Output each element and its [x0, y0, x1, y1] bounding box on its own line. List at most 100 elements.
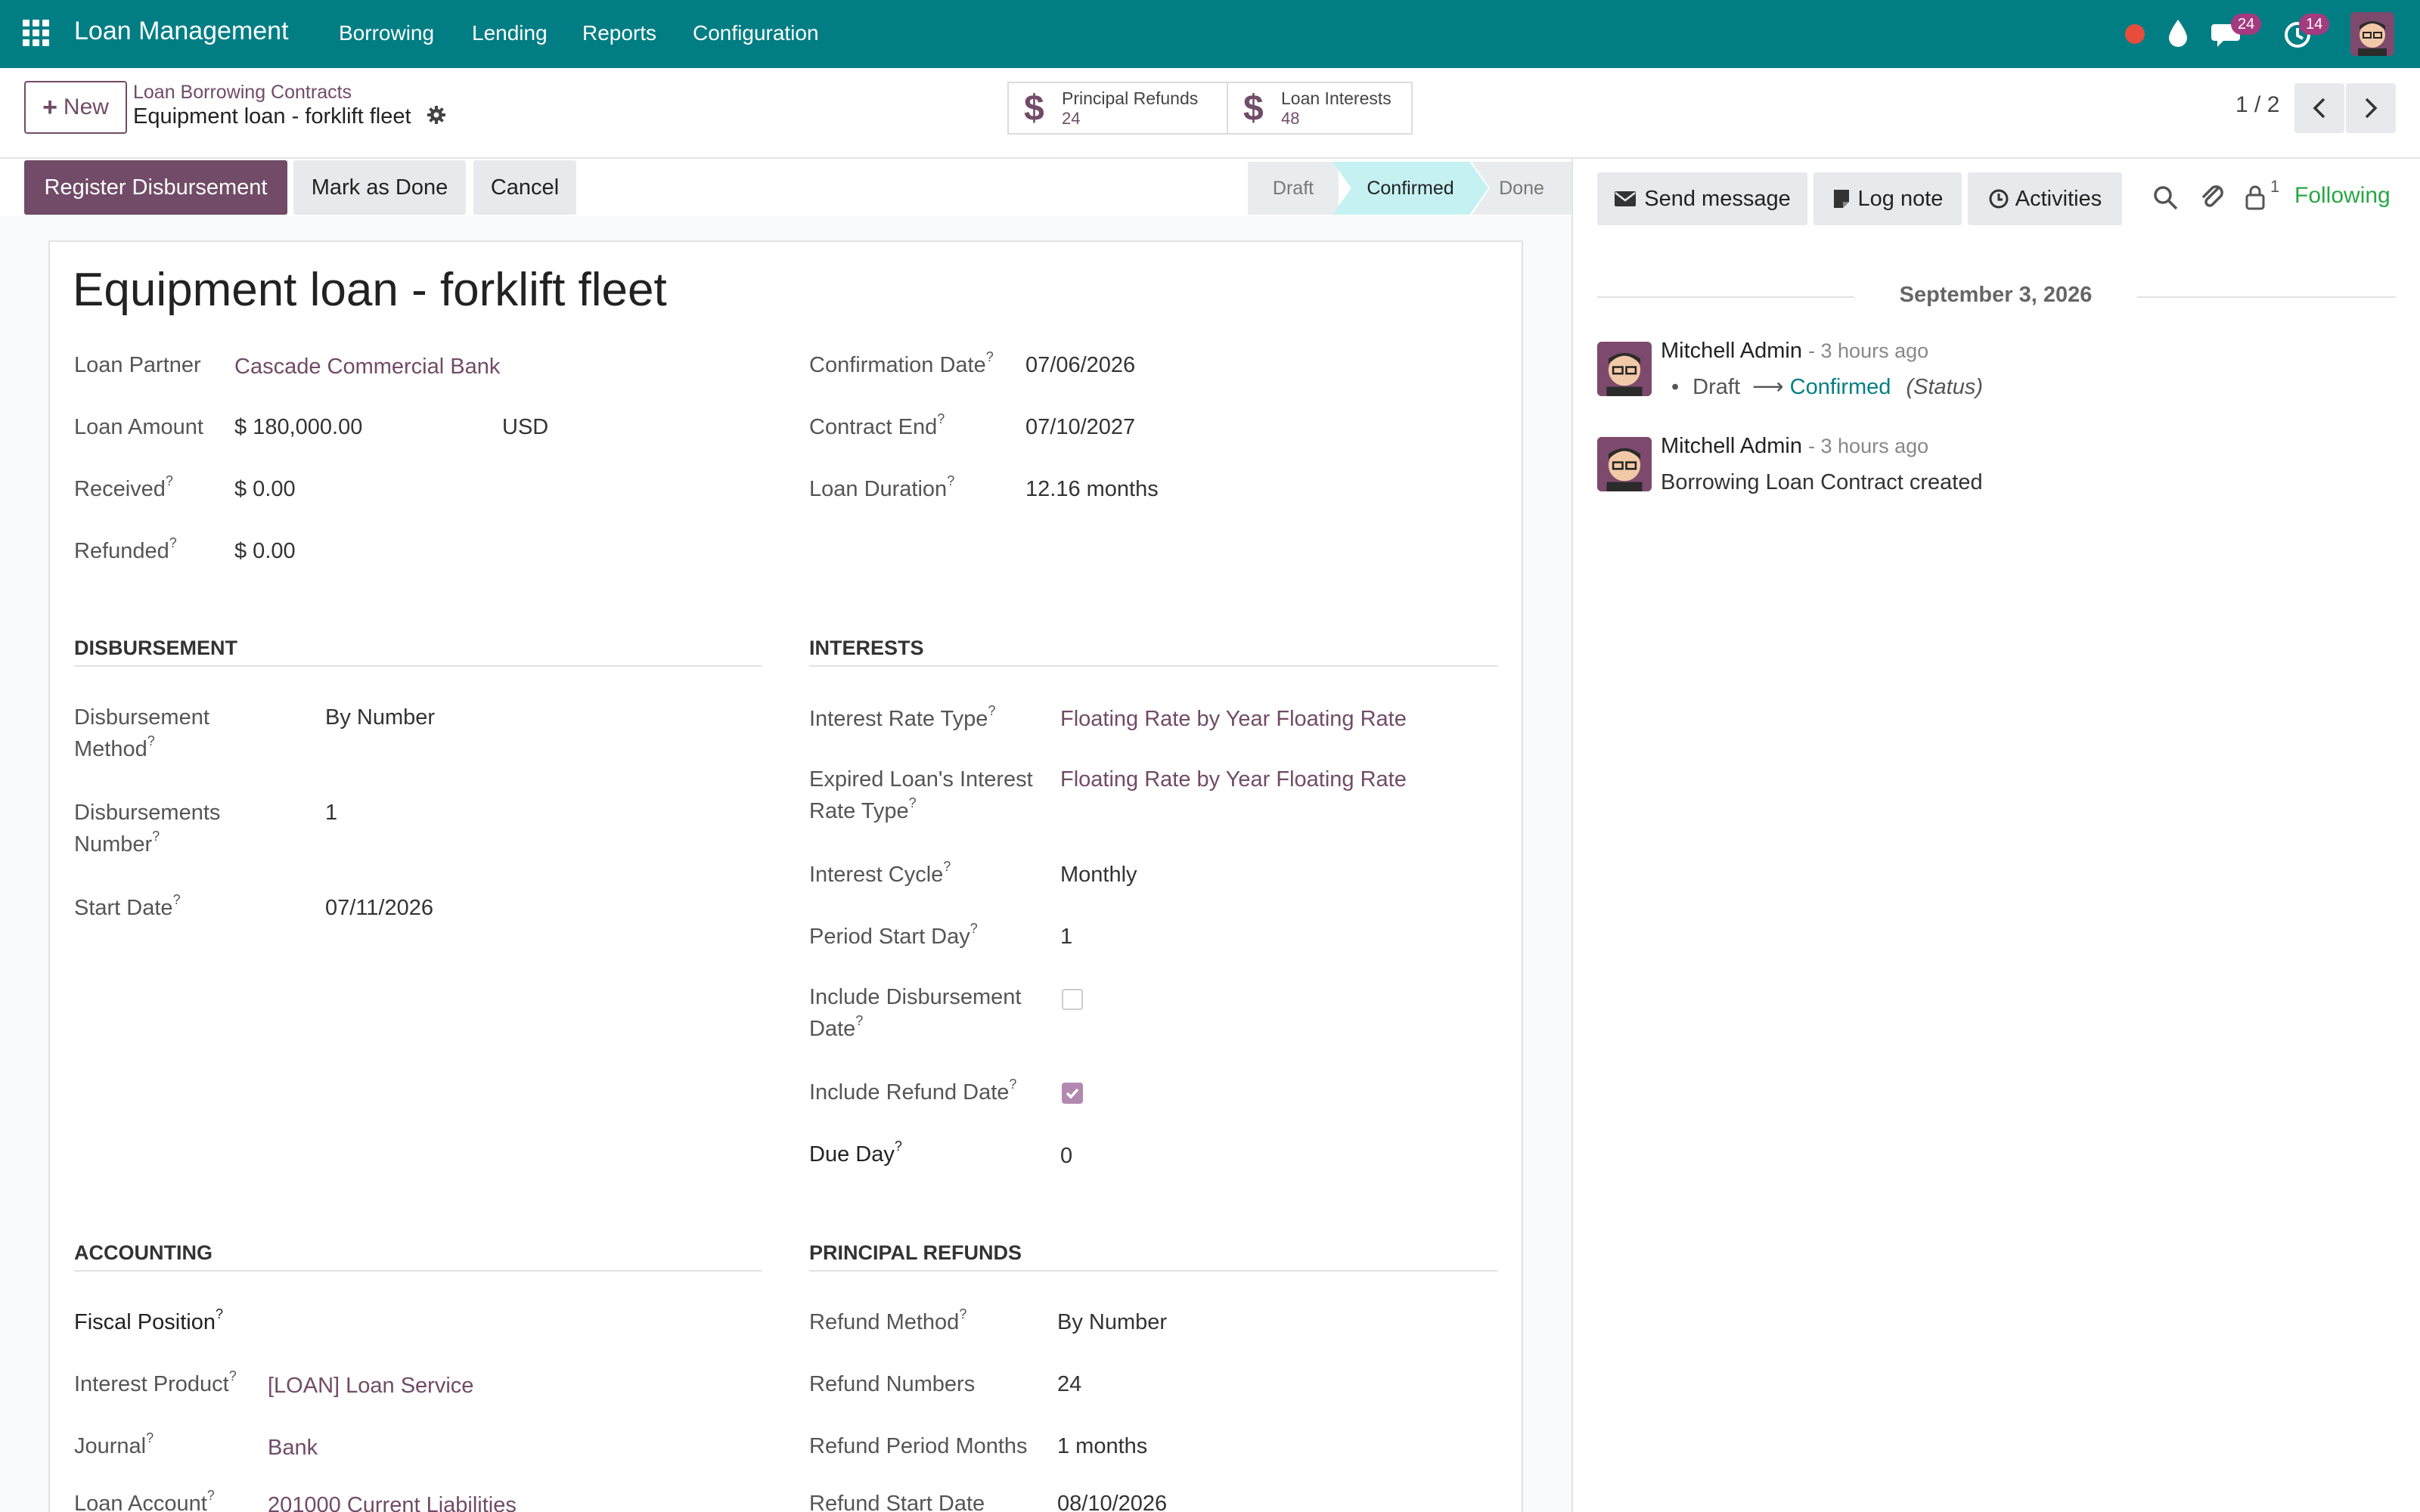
menu-configuration[interactable]: Configuration — [693, 21, 819, 45]
followers-lock-icon[interactable] — [2245, 184, 2266, 210]
pager-previous-button[interactable] — [2294, 83, 2344, 133]
expired-interest-rate-type-value[interactable]: Floating Rate by Year Floating Rate — [1060, 764, 1407, 795]
breadcrumb-parent[interactable]: Loan Borrowing Contracts — [133, 82, 352, 104]
start-date-label: Start Date? — [74, 892, 181, 920]
messages-badge: 24 — [2231, 14, 2262, 35]
date-separator-line — [2137, 296, 2396, 298]
mark-as-done-button[interactable]: Mark as Done — [293, 160, 466, 215]
loan-account-value[interactable]: 201000 Current Liabilities — [268, 1489, 517, 1512]
loan-duration-value: 12.16 months — [1025, 477, 1159, 501]
menu-lending[interactable]: Lending — [472, 21, 548, 45]
paperclip-icon[interactable] — [2199, 181, 2225, 212]
interests-divider — [809, 665, 1497, 667]
disbursement-method-label: Disbursement Method? — [74, 705, 209, 761]
loan-currency-value[interactable]: USD — [502, 411, 548, 443]
confirmation-date-label: Confirmation Date? — [809, 349, 994, 377]
activities-button[interactable]: Activities — [1968, 172, 2122, 225]
author-avatar[interactable] — [1597, 437, 1652, 491]
dollar-icon: $ — [1024, 88, 1044, 129]
refund-method-value[interactable]: By Number — [1057, 1306, 1167, 1338]
droplet-icon[interactable] — [2166, 18, 2190, 48]
disbursement-method-value[interactable]: By Number — [325, 702, 435, 733]
period-start-day-value[interactable]: 1 — [1060, 921, 1072, 953]
pager-value[interactable]: 1 / 2 — [2235, 92, 2279, 118]
interest-rate-type-value[interactable]: Floating Rate by Year Floating Rate — [1060, 703, 1407, 735]
journal-value[interactable]: Bank — [268, 1432, 318, 1464]
contract-end-value: 07/10/2027 — [1025, 415, 1136, 439]
user-face-icon — [2350, 12, 2394, 56]
fiscal-position-input[interactable] — [266, 1306, 720, 1338]
due-day-label: Due Day? — [809, 1139, 902, 1167]
include-refund-date-checkbox[interactable] — [1062, 1083, 1083, 1104]
confirmation-date-value: 07/06/2026 — [1025, 353, 1136, 377]
dollar-icon: $ — [1243, 88, 1264, 129]
loan-amount-value[interactable]: $ 180,000.00 — [234, 411, 362, 443]
interest-product-label: Interest Product? — [74, 1368, 237, 1396]
arrow-right-icon: ⟶ — [1752, 375, 1784, 399]
control-panel: + New Loan Borrowing Contracts Equipment… — [0, 68, 2420, 159]
loan-account-label: Loan Account? — [74, 1488, 215, 1512]
top-navbar: Loan Management Borrowing Lending Report… — [0, 0, 2420, 68]
period-start-day-label: Period Start Day? — [809, 921, 978, 949]
message-author[interactable]: Mitchell Admin - 3 hours ago — [1661, 339, 1928, 364]
start-date-value[interactable]: 07/11/2026 — [325, 892, 433, 924]
cancel-button[interactable]: Cancel — [473, 160, 576, 215]
due-day-value[interactable]: 0 — [1060, 1140, 1072, 1172]
pager-next-button[interactable] — [2346, 83, 2396, 133]
refund-numbers-value[interactable]: 24 — [1057, 1368, 1081, 1400]
user-avatar[interactable] — [2350, 12, 2394, 56]
include-disbursement-date-checkbox[interactable] — [1062, 989, 1083, 1010]
message-body: Borrowing Loan Contract created — [1661, 470, 1983, 494]
message-author[interactable]: Mitchell Admin - 3 hours ago — [1661, 434, 1928, 459]
refund-period-months-value[interactable]: 1 months — [1057, 1430, 1147, 1462]
menu-reports[interactable]: Reports — [582, 21, 656, 45]
plus-icon: + — [42, 92, 57, 122]
author-avatar[interactable] — [1597, 342, 1652, 396]
stage-draft[interactable]: Draft — [1248, 162, 1339, 215]
chevron-right-icon — [2365, 98, 2378, 119]
loan-duration-label: Loan Duration? — [809, 473, 955, 501]
loan-interests-smart-button[interactable]: $ Loan Interests 48 — [1227, 82, 1413, 135]
interest-rate-type-label: Interest Rate Type? — [809, 703, 996, 731]
principal-refunds-smart-button[interactable]: $ Principal Refunds 24 — [1007, 82, 1228, 135]
principal-refunds-divider — [809, 1270, 1497, 1272]
accounting-divider — [74, 1270, 762, 1272]
new-button[interactable]: + New — [24, 81, 127, 134]
send-message-button[interactable]: Send message — [1597, 172, 1807, 225]
date-separator: September 3, 2026 — [1899, 283, 2093, 307]
record-title[interactable]: Equipment loan - forklift fleet — [73, 263, 667, 317]
gear-icon[interactable] — [427, 105, 446, 125]
status-dot-icon[interactable] — [2125, 24, 2145, 44]
refund-start-date-value[interactable]: 08/10/2026 — [1057, 1488, 1167, 1512]
menu-borrowing[interactable]: Borrowing — [339, 21, 434, 45]
tracking-value: • Draft ⟶ Confirmed (Status) — [1671, 375, 1984, 399]
interest-cycle-value[interactable]: Monthly — [1060, 859, 1137, 891]
status-stages: Draft Confirmed Done — [1248, 162, 1571, 215]
app-name[interactable]: Loan Management — [74, 17, 289, 46]
accounting-heading: ACCOUNTING — [74, 1241, 213, 1264]
following-button[interactable]: Following — [2294, 183, 2391, 209]
apps-menu-icon[interactable] — [23, 20, 49, 46]
clock-icon — [1989, 189, 2009, 209]
refund-numbers-label: Refund Numbers — [809, 1372, 976, 1396]
search-icon[interactable] — [2152, 184, 2180, 212]
envelope-icon — [1615, 191, 1637, 206]
register-disbursement-button[interactable]: Register Disbursement — [24, 160, 287, 215]
log-note-button[interactable]: Log note — [1813, 172, 1962, 225]
received-label: Received? — [74, 473, 173, 501]
journal-label: Journal? — [74, 1430, 154, 1458]
checkmark-icon — [1066, 1088, 1079, 1099]
disbursements-number-value[interactable]: 1 — [325, 797, 337, 829]
refund-method-label: Refund Method? — [809, 1306, 967, 1334]
date-separator-line — [1597, 296, 1854, 298]
principal-refunds-heading: PRINCIPAL REFUNDS — [809, 1241, 1022, 1264]
disbursement-heading: DISBURSEMENT — [74, 637, 238, 659]
activities-badge: 14 — [2299, 14, 2330, 35]
loan-partner-value[interactable]: Cascade Commercial Bank — [234, 351, 500, 383]
chevron-left-icon — [2313, 98, 2325, 119]
stage-confirmed[interactable]: Confirmed — [1333, 162, 1488, 215]
include-refund-date-label: Include Refund Date? — [809, 1077, 1017, 1105]
interest-product-value[interactable]: [LOAN] Loan Service — [268, 1370, 473, 1402]
received-value: $ 0.00 — [234, 477, 296, 501]
refunded-label: Refunded? — [74, 535, 177, 563]
